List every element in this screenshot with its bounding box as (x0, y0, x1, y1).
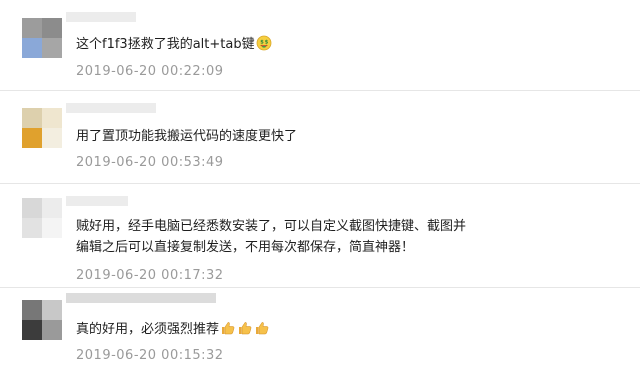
comment-text: 这个f1f3拯救了我的alt+tab键 $ $ (76, 34, 272, 55)
avatar-pixel (22, 218, 42, 238)
thumbs-up-icon (239, 322, 252, 335)
avatar[interactable] (22, 300, 62, 340)
avatar-pixel (22, 198, 42, 218)
svg-text:$: $ (264, 39, 268, 45)
username-blurred (66, 196, 128, 206)
comment-text-content: 真的好用，必须强烈推荐 (76, 322, 220, 337)
comment-text-line-2: 编辑之后可以直接复制发送，不用每次都保存，简直神器！ (76, 240, 415, 255)
avatar[interactable] (22, 108, 62, 148)
avatar-pixel (42, 198, 62, 218)
avatar-pixel (42, 300, 62, 320)
avatar-pixel (22, 128, 42, 148)
comment-timestamp: 2019-06-20 00:15:32 (76, 348, 224, 363)
comment-text-line-1: 贼好用，经手电脑已经悉数安装了，可以自定义截图快捷键、截图并 (76, 219, 467, 234)
avatar[interactable] (22, 198, 62, 238)
comment-timestamp: 2019-06-20 00:22:09 (76, 64, 224, 79)
username-blurred (66, 12, 136, 22)
avatar-pixel (22, 18, 42, 38)
avatar-pixel (22, 108, 42, 128)
comment-timestamp: 2019-06-20 00:17:32 (76, 268, 224, 283)
avatar-pixel (42, 18, 62, 38)
thumbs-up-icon (256, 322, 269, 335)
comment-divider (0, 183, 640, 184)
comment-divider (0, 287, 640, 288)
svg-text:$: $ (260, 39, 264, 45)
avatar-pixel (22, 38, 42, 58)
avatar-pixel (42, 38, 62, 58)
avatar-pixel (42, 218, 62, 238)
thumbs-up-icon (222, 322, 235, 335)
comment-text: 真的好用，必须强烈推荐 (76, 319, 270, 340)
avatar[interactable] (22, 18, 62, 58)
username-blurred (66, 103, 156, 113)
comment-text-content: 这个f1f3拯救了我的alt+tab键 (76, 37, 255, 52)
username-blurred (66, 293, 216, 303)
money-face-icon: $ $ (256, 35, 271, 51)
avatar-pixel (22, 300, 42, 320)
avatar-pixel (42, 320, 62, 340)
avatar-pixel (42, 128, 62, 148)
comment-divider (0, 90, 640, 91)
avatar-pixel (22, 320, 42, 340)
comment-text: 用了置顶功能我搬运代码的速度更快了 (76, 129, 298, 144)
avatar-pixel (42, 108, 62, 128)
comment-timestamp: 2019-06-20 00:53:49 (76, 155, 224, 170)
